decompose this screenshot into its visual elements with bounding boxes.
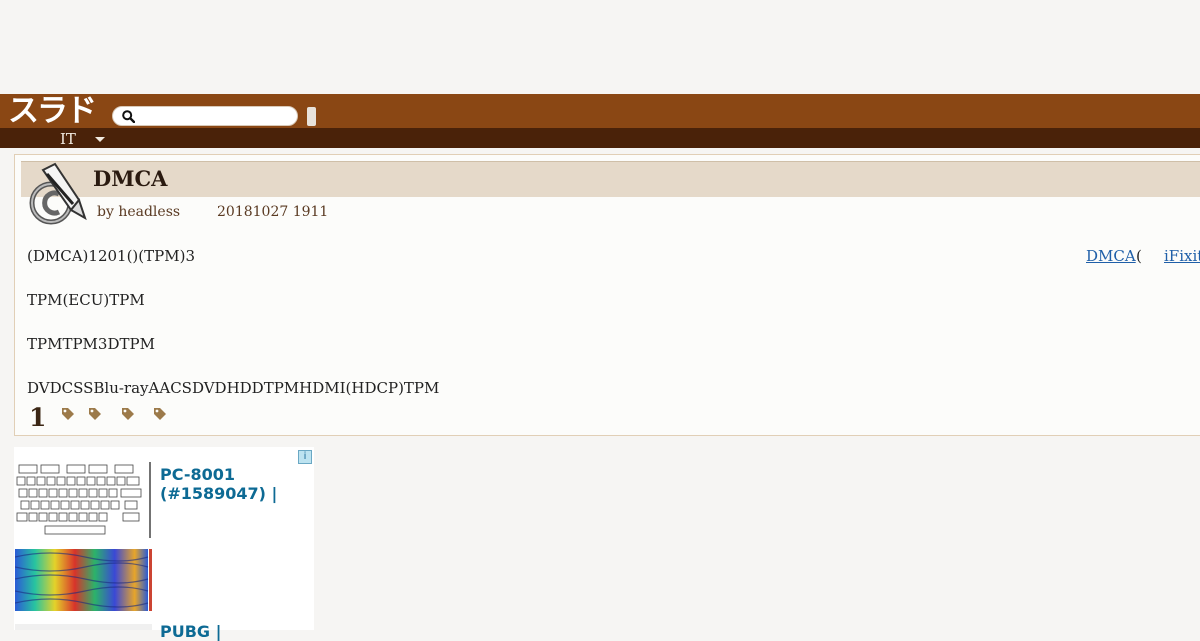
ifixit-link[interactable]: iFixit <box>1164 246 1200 266</box>
section-nav-bar <box>0 128 1200 148</box>
site-logo[interactable]: スラド <box>8 96 104 127</box>
title-bar <box>21 161 1200 197</box>
copyright-pen-icon[interactable] <box>25 160 89 228</box>
story-text-fragment: ( <box>1136 247 1142 265</box>
story-paragraph: TPMTPM3DTPM <box>27 335 155 353</box>
search-icon <box>122 110 135 123</box>
section-label[interactable]: IT <box>60 129 76 149</box>
tag-icon[interactable] <box>61 407 75 421</box>
story-paragraph: TPM(ECU)TPM <box>27 291 145 309</box>
keyboard-image[interactable] <box>15 462 152 538</box>
tag-icon[interactable] <box>153 407 167 421</box>
search-button[interactable] <box>307 107 316 126</box>
ad-thumbnail[interactable] <box>15 624 152 630</box>
chevron-down-icon[interactable] <box>95 137 105 142</box>
heatmap-image[interactable] <box>15 545 152 615</box>
comment-count[interactable]: 1 <box>29 403 46 433</box>
story-date: 20181027 1911 <box>217 204 329 220</box>
ad-headline-link[interactable]: PUBG | <box>160 622 221 641</box>
ad-info-icon[interactable]: i <box>298 450 312 464</box>
ad-headline-link[interactable]: PC-8001 (#1589047) | <box>160 465 300 503</box>
search-input[interactable] <box>143 108 295 126</box>
search-box[interactable] <box>112 106 298 126</box>
story-byline: by headless <box>97 204 181 220</box>
tag-icon[interactable] <box>121 407 135 421</box>
story-paragraph: (DMCA)1201()(TPM)3 <box>27 247 195 265</box>
story-paragraph: DVDCSSBlu-rayAACSDVDHDDTPMHDMI(HDCP)TPM <box>27 379 440 397</box>
story-title[interactable]: DMCA <box>93 164 167 194</box>
dmca-link[interactable]: DMCA <box>1086 246 1136 266</box>
tag-icon[interactable] <box>88 407 102 421</box>
